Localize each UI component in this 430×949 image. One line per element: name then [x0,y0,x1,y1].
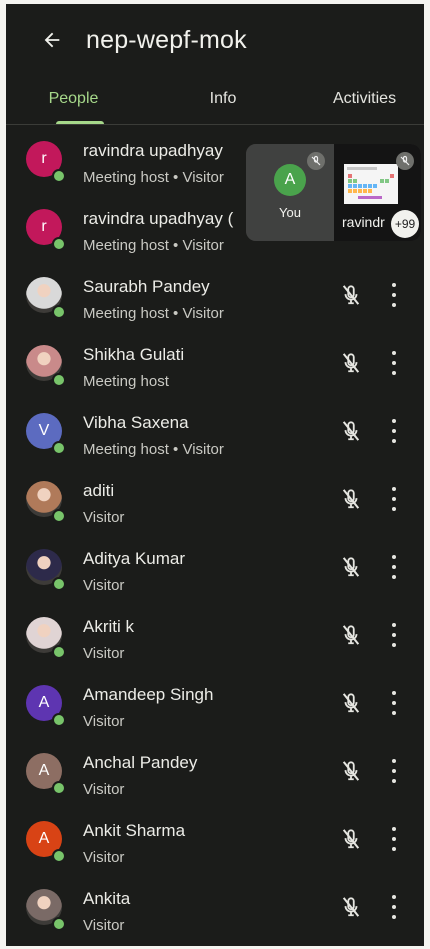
mic-off-icon[interactable] [340,827,362,851]
page-title: nep-wepf-mok [86,25,247,54]
more-options-icon[interactable] [390,827,398,851]
participant-role: Visitor [83,645,125,662]
online-status-dot [52,645,66,659]
participant-list: r ravindra upadhyay Meeting host • Visitor… [6,125,424,941]
tab-people[interactable]: People [6,74,141,124]
participant-role: Meeting host • Visitor [83,441,224,458]
more-options-icon[interactable] [390,351,398,375]
presenter-tile-label: ravindr [342,214,385,230]
arrow-left-icon [44,32,60,48]
participant-row[interactable]: Shikha Gulati Meeting host [6,329,424,397]
participant-role: Visitor [83,509,125,526]
tab-activities[interactable]: Activities [305,74,424,124]
mic-off-icon[interactable] [340,895,362,919]
participant-name: Amandeep Singh [83,685,214,704]
mic-off-icon[interactable] [340,283,362,307]
participant-name: ravindra upadhyay [83,141,223,160]
more-options-icon[interactable] [390,759,398,783]
more-options-icon[interactable] [390,691,398,715]
more-participants-badge[interactable]: +99 [391,210,419,238]
online-status-dot [52,169,66,183]
participant-role: Visitor [83,849,125,866]
mic-off-icon[interactable] [340,759,362,783]
more-options-icon[interactable] [390,895,398,919]
online-status-dot [52,577,66,591]
participant-row[interactable]: Aditya Kumar Visitor [6,533,424,601]
participant-name: Ankit Sharma [83,821,186,840]
participant-role: Meeting host • Visitor [83,169,224,186]
back-button[interactable] [32,20,72,60]
participant-name: ravindra upadhyay ( [83,209,234,228]
online-status-dot [52,781,66,795]
participant-role: Meeting host • Visitor [83,305,224,322]
participant-row[interactable]: aditi Visitor [6,465,424,533]
mic-off-icon[interactable] [340,351,362,375]
participant-role: Visitor [83,781,125,798]
participant-role: Visitor [83,577,125,594]
participant-name: Akriti k [83,617,134,636]
participant-row[interactable]: Saurabh Pandey Meeting host • Visitor [6,261,424,329]
tab-bar: People Info Activities [6,74,424,124]
top-app-bar: nep-wepf-mok [6,4,424,76]
self-video-tile[interactable]: A You [246,144,334,241]
video-tiles-overlay[interactable]: A You ravindr +99 [246,144,421,241]
mic-off-icon[interactable] [340,555,362,579]
online-status-dot [52,849,66,863]
participant-row[interactable]: A Amandeep Singh Visitor [6,669,424,737]
presenter-video-tile[interactable]: ravindr +99 [334,144,421,241]
participant-name: Vibha Saxena [83,413,189,432]
online-status-dot [52,441,66,455]
participant-name: Anchal Pandey [83,753,198,772]
online-status-dot [52,917,66,931]
participant-role: Meeting host • Visitor [83,237,224,254]
participant-role: Visitor [83,713,125,730]
online-status-dot [52,713,66,727]
mic-off-icon[interactable] [340,487,362,511]
more-options-icon[interactable] [390,419,398,443]
more-options-icon[interactable] [390,623,398,647]
shared-screen-thumbnail [344,164,398,204]
participant-row[interactable]: A Anchal Pandey Visitor [6,737,424,805]
participant-row[interactable]: A Ankit Sharma Visitor [6,805,424,873]
online-status-dot [52,373,66,387]
participant-name: Saurabh Pandey [83,277,210,296]
more-options-icon[interactable] [390,487,398,511]
participant-name: Ankita [83,889,131,908]
mic-off-icon [396,152,414,170]
self-tile-label: You [279,205,301,220]
mic-off-icon[interactable] [340,419,362,443]
participant-name: aditi [83,481,115,500]
mic-off-icon [307,152,325,170]
mic-off-icon[interactable] [340,691,362,715]
participant-name: Shikha Gulati [83,345,185,364]
online-status-dot [52,509,66,523]
mic-off-icon[interactable] [340,623,362,647]
participant-role: Meeting host [83,373,169,390]
participant-row[interactable]: Akriti k Visitor [6,601,424,669]
more-options-icon[interactable] [390,283,398,307]
participant-name: Aditya Kumar [83,549,186,568]
participant-row[interactable]: V Vibha Saxena Meeting host • Visitor [6,397,424,465]
self-avatar: A [274,164,306,196]
more-options-icon[interactable] [390,555,398,579]
participant-row[interactable]: Ankita Visitor [6,873,424,941]
participant-role: Visitor [83,917,125,934]
online-status-dot [52,305,66,319]
tab-info[interactable]: Info [141,74,305,124]
online-status-dot [52,237,66,251]
